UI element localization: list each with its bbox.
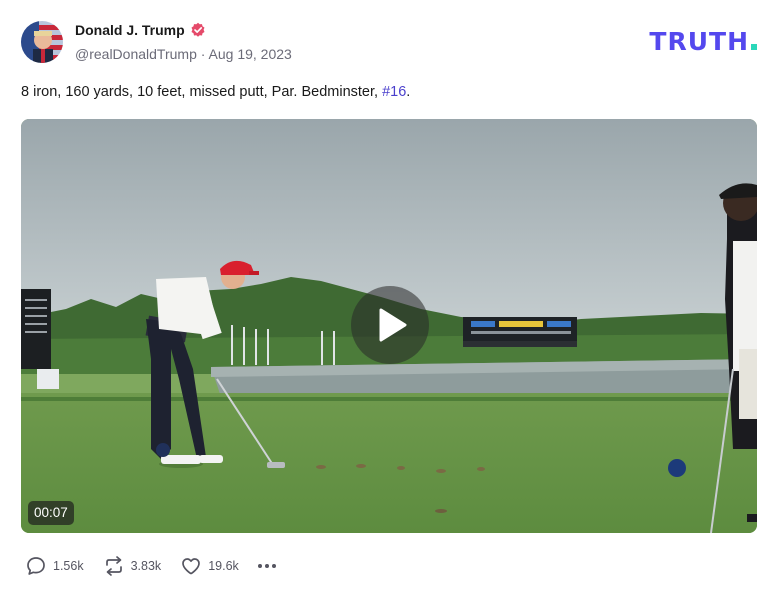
- author-name-row: Donald J. Trump: [75, 22, 206, 38]
- post-card: Donald J. Trump @realDonaldTrump · Aug 1…: [0, 0, 778, 595]
- avatar-image: [21, 21, 63, 63]
- play-button[interactable]: [351, 286, 429, 364]
- retruth-button[interactable]: 3.83k: [103, 555, 162, 577]
- brand-dot: [751, 44, 757, 50]
- author-display-name[interactable]: Donald J. Trump: [75, 22, 185, 38]
- post-body: 8 iron, 160 yards, 10 feet, missed putt,…: [21, 84, 410, 100]
- retruth-icon: [105, 556, 122, 576]
- brand-wordmark: TRUTH: [649, 26, 749, 56]
- more-icon-dot: [264, 564, 269, 568]
- post-date[interactable]: Aug 19, 2023: [209, 46, 292, 62]
- heart-icon: [182, 558, 201, 575]
- author-avatar[interactable]: [21, 21, 63, 63]
- more-options-button[interactable]: [257, 560, 276, 572]
- post-text-trailing: .: [406, 84, 411, 100]
- video-player[interactable]: 00:07: [21, 119, 757, 533]
- play-icon: [379, 308, 407, 342]
- author-meta: @realDonaldTrump · Aug 19, 2023: [75, 46, 292, 62]
- like-count: 19.6k: [208, 559, 239, 573]
- meta-separator: ·: [196, 46, 209, 62]
- post-actions: 1.56k 3.83k 19.6k: [25, 555, 276, 577]
- author-handle[interactable]: @realDonaldTrump: [75, 46, 197, 62]
- like-button[interactable]: 19.6k: [180, 555, 239, 577]
- post-text: 8 iron, 160 yards, 10 feet, missed putt,…: [21, 84, 383, 100]
- more-icon: [257, 564, 262, 568]
- reply-count: 1.56k: [53, 559, 84, 573]
- reply-button[interactable]: 1.56k: [25, 555, 84, 577]
- reply-icon: [27, 557, 45, 575]
- retruth-count: 3.83k: [130, 559, 162, 573]
- truth-logo[interactable]: TRUTH: [649, 26, 757, 56]
- hashtag-link[interactable]: #16: [382, 84, 406, 100]
- more-icon-dot: [271, 564, 276, 568]
- verified-badge-icon: [191, 22, 205, 37]
- video-duration: 00:07: [28, 501, 74, 525]
